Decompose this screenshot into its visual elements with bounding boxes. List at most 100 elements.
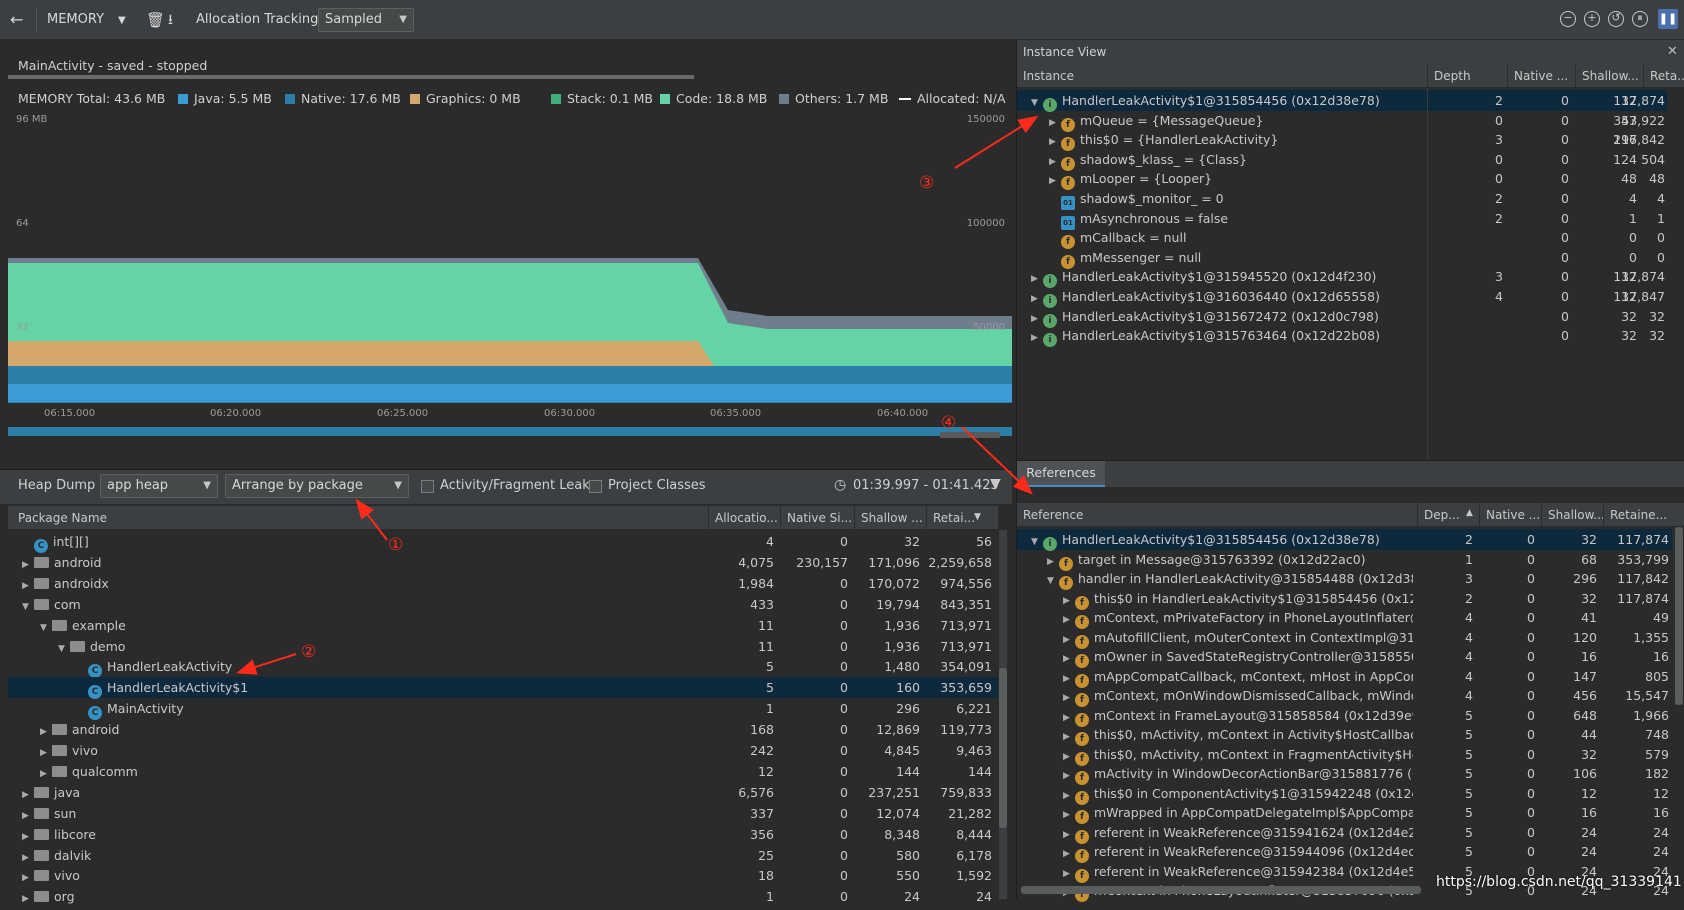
instance-row[interactable]: ▶ i HandlerLeakActivity$1@315763464 (0x12d… [1017, 325, 1667, 349]
allocation-mode-select[interactable]: Sampled ▼ [318, 8, 414, 32]
col-retained[interactable]: Reta... [1643, 64, 1684, 88]
instance-row[interactable]: ▼ i HandlerLeakActivity$1@315854456 (0x12d… [1017, 90, 1667, 112]
instance-row[interactable]: ▶ i HandlerLeakActivity$1@315672472 (0x12d… [1017, 306, 1667, 328]
retained-value: 353,922 [1613, 112, 1665, 128]
retained-value: 4 [1657, 191, 1665, 206]
heap-dump-icon[interactable]: ⭳ [168, 9, 173, 31]
col-reference[interactable]: Reference [1017, 503, 1417, 527]
leaks-checkbox[interactable] [421, 480, 434, 493]
col-retained[interactable]: Retaine... [1603, 503, 1684, 527]
zoom-in-icon[interactable]: + [1584, 11, 1600, 27]
package-table-scrollbar-thumb[interactable] [999, 668, 1007, 828]
native-size-value: 0 [840, 847, 848, 863]
depth-value: 4 [1465, 649, 1473, 664]
arrow-left-icon[interactable]: ← [10, 9, 23, 31]
project-classes-checkbox[interactable] [589, 480, 602, 493]
instance-row[interactable]: 01 shadow$_monitor_ = 02044 [1017, 188, 1667, 210]
package-row[interactable]: ▶ dalvik 25 0 580 6,178 [8, 845, 998, 866]
col-native-size[interactable]: Native Si... [780, 506, 854, 530]
go-live-icon[interactable]: ⏸ [1632, 11, 1648, 27]
reference-row[interactable]: ▶ f mContext, mPrivateFactory in PhoneLayo… [1017, 607, 1672, 629]
heap-select[interactable]: app heap ▼ [100, 474, 218, 498]
profiler-select[interactable]: MEMORY ▼ [47, 9, 126, 31]
filter-icon[interactable]: ▼ [990, 476, 1001, 492]
package-row[interactable]: ▶ java 6,576 0 237,251 759,833 [8, 782, 998, 803]
col-shallow-size[interactable]: Shallow ... [854, 506, 926, 530]
instance-row[interactable]: ▶ f mLooper = {Looper} 0 0 48 48 [1017, 168, 1667, 191]
col-shallow[interactable]: Shallow... [1575, 64, 1643, 88]
instance-row[interactable]: 01 mAsynchronous = false 2 0 1 1 [1017, 208, 1667, 230]
retained-size-value: 21,282 [948, 805, 992, 821]
package-row[interactable]: ▼ demo 11 0 1,936 713,971 [8, 636, 998, 657]
package-row[interactable]: ▶ vivo 18 0 550 1,592 [8, 865, 998, 886]
folder-icon [34, 556, 49, 568]
heap-dump-label: Heap Dump [18, 478, 96, 493]
package-row[interactable]: ▶ android 168 0 12,869 119,773 [8, 719, 998, 740]
reset-zoom-icon[interactable]: ↺ [1608, 11, 1624, 27]
instance-row[interactable]: f mMessenger = null 0 0 0 [1017, 247, 1667, 269]
instance-row[interactable]: ▶ i HandlerLeakActivity$1@316036440 (0x12d… [1017, 286, 1667, 308]
instance-row[interactable]: ▶ f mQueue = {MessageQueue} 0 0 47 353,922 [1017, 110, 1667, 132]
package-row[interactable]: ▶ libcore 356 0 8,348 8,444 [8, 824, 998, 845]
chevron-right-icon[interactable]: ▶ [1031, 328, 1043, 349]
arrange-select[interactable]: Arrange by package ▼ [225, 474, 409, 498]
tab-references[interactable]: References [1017, 461, 1105, 487]
col-depth[interactable]: Depth [1427, 64, 1507, 88]
allocations-value: 433 [750, 596, 774, 612]
reference-row[interactable]: ▶ f referent in WeakReference@315944096 (0… [1017, 841, 1672, 863]
reference-row[interactable]: ▶ f mOwner in SavedStateRegistryController… [1017, 646, 1672, 668]
instance-row[interactable]: ▶ i HandlerLeakActivity$1@315945520 (0x12d… [1017, 266, 1667, 289]
class-row[interactable]: C MainActivity 1 0 296 6,221 [8, 698, 998, 721]
package-row[interactable]: ▼ example 11 0 1,936 713,971 [8, 615, 998, 636]
reference-row[interactable]: ▶ f mWrapped in AppCompatDelegateImpl$AppC… [1017, 802, 1672, 824]
package-row[interactable]: ▶ qualcomm 12 0 144 144 [8, 761, 998, 782]
zoom-out-icon[interactable]: − [1560, 11, 1576, 27]
sort-asc-icon[interactable]: ▲ [1466, 508, 1473, 518]
col-allocations[interactable]: Allocatio... [708, 506, 780, 530]
reference-row[interactable]: ▶ f this$0 in ComponentActivity$1@31594224… [1017, 783, 1672, 805]
chevron-right-icon[interactable]: ▶ [22, 889, 34, 910]
package-name: sun [54, 805, 77, 821]
package-row[interactable]: ▶ android 4,075 230,157 171,096 2,259,658 [8, 552, 998, 573]
allocations-value: 18 [758, 868, 774, 884]
pause-icon[interactable]: ❚❚ [1658, 9, 1678, 29]
sort-desc-icon[interactable]: ▼ [974, 512, 981, 522]
close-icon[interactable]: ✕ [1667, 44, 1678, 59]
col-retained-size[interactable]: Retai... [926, 506, 998, 530]
reference-row[interactable]: ▶ f this$0, mActivity, mContext in Activit… [1017, 724, 1672, 746]
retained-size-value: 1,592 [956, 868, 992, 884]
instance-row[interactable]: ▶ f this$0 = {HandlerLeakActivity} 3 0 296 117… [1017, 129, 1667, 152]
class-row[interactable]: C HandlerLeakActivity$1 5 0 160 353,659 [8, 677, 998, 700]
trash-icon[interactable]: 🗑 [146, 9, 165, 31]
reference-row[interactable]: ▶ f mContext in FrameLayout@315858584 (0x1… [1017, 705, 1672, 727]
col-instance[interactable]: Instance [1017, 64, 1427, 88]
package-row[interactable]: ▶ org 1 0 24 24 [8, 886, 998, 907]
col-native[interactable]: Native ... [1479, 503, 1541, 527]
class-row[interactable]: C HandlerLeakActivity 5 0 1,480 354,091 [8, 656, 998, 679]
references-hscrollbar-thumb[interactable] [1021, 886, 1421, 894]
reference-row[interactable]: ▶ f mAutofillClient, mOuterContext in Cont… [1017, 627, 1672, 649]
col-package-name[interactable]: Package Name [8, 506, 708, 530]
reference-row[interactable]: ▶ f this$0, mActivity, mContext in Fragmen… [1017, 744, 1672, 766]
reference-row[interactable]: ▼ i HandlerLeakActivity$1@315854456 (0x12d… [1017, 529, 1672, 551]
chevron-down-icon: ▼ [394, 480, 402, 491]
package-row[interactable]: ▶ androidx 1,984 0 170,072 974,556 [8, 573, 998, 594]
reference-row[interactable]: ▶ f mContext, mOnWindowDismissedCallback, … [1017, 685, 1672, 707]
references-scrollbar-thumb[interactable] [1675, 527, 1683, 705]
package-name: qualcomm [72, 763, 138, 779]
retained-size-value: 843,351 [940, 596, 992, 612]
reference-row[interactable]: ▶ f mActivity in WindowDecorActionBar@3158… [1017, 763, 1672, 785]
col-shallow[interactable]: Shallow... [1541, 503, 1603, 527]
class-row[interactable]: Cint[][] 4 0 32 56 [8, 531, 998, 553]
package-row[interactable]: ▶ vivo 242 0 4,845 9,463 [8, 740, 998, 761]
reference-row[interactable]: ▶ f referent in WeakReference@315941624 (0… [1017, 822, 1672, 844]
instance-row[interactable]: f mCallback = null 0 0 0 [1017, 227, 1667, 250]
instance-row[interactable]: ▶ f shadow$_klass_ = {Class} 0 0 124 504 [1017, 149, 1667, 171]
reference-row[interactable]: ▶ f this$0 in HandlerLeakActivity$1@315854… [1017, 588, 1672, 610]
package-row[interactable]: ▼ com 433 0 19,794 843,351 [8, 594, 998, 615]
reference-row[interactable]: ▶ f target in Message@315763392 (0x12d22ac… [1017, 549, 1672, 571]
reference-row[interactable]: ▶ f mAppCompatCallback, mContext, mHost in… [1017, 666, 1672, 688]
col-native[interactable]: Native ... [1507, 64, 1575, 88]
package-row[interactable]: ▶ sun 337 0 12,074 21,282 [8, 803, 998, 824]
reference-row[interactable]: ▼ f handler in HandlerLeakActivity@3158544… [1017, 568, 1672, 590]
